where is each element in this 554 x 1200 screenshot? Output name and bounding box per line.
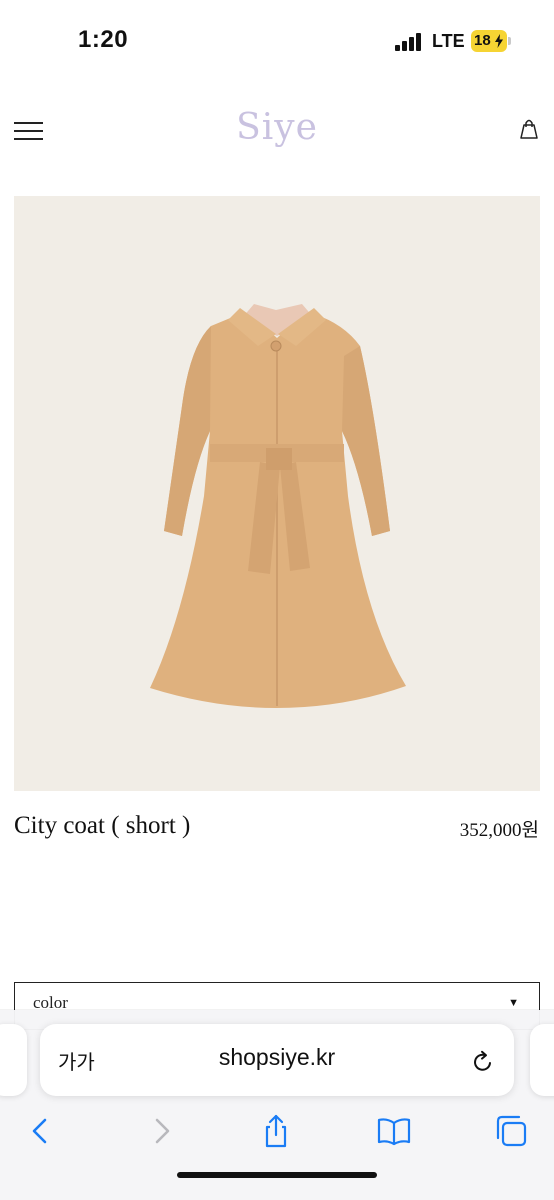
forward-icon[interactable] (144, 1114, 178, 1148)
site-header: Siye (0, 95, 554, 165)
coat-illustration (150, 304, 406, 708)
product-price: 352,000원 (459, 820, 539, 841)
status-bar: 1:20 LTE 18 (0, 0, 554, 80)
product-image[interactable] (14, 196, 540, 791)
shopping-bag-icon[interactable] (517, 117, 541, 141)
signal-strength-icon (395, 33, 423, 51)
home-indicator[interactable] (177, 1172, 377, 1178)
battery-icon: 18 (471, 30, 511, 52)
next-tab-preview[interactable] (530, 1024, 554, 1096)
address-bar[interactable]: 가가 shopsiye.kr (40, 1024, 514, 1096)
network-type: LTE (432, 31, 465, 51)
tabs-icon[interactable] (494, 1114, 528, 1148)
share-icon[interactable] (259, 1114, 293, 1148)
previous-tab-preview[interactable] (0, 1024, 27, 1096)
reload-icon[interactable] (471, 1050, 495, 1074)
back-icon[interactable] (24, 1114, 58, 1148)
battery-percentage: 18 (474, 32, 491, 49)
browser-toolbar (0, 1100, 554, 1160)
chevron-down-icon: ▼ (508, 997, 519, 1009)
product-name: City coat ( short ) (14, 812, 191, 839)
status-time: 1:20 (78, 26, 129, 53)
bookmarks-icon[interactable] (377, 1114, 411, 1148)
site-logo[interactable]: Siye (0, 107, 554, 148)
url-text[interactable]: shopsiye.kr (40, 1044, 514, 1071)
